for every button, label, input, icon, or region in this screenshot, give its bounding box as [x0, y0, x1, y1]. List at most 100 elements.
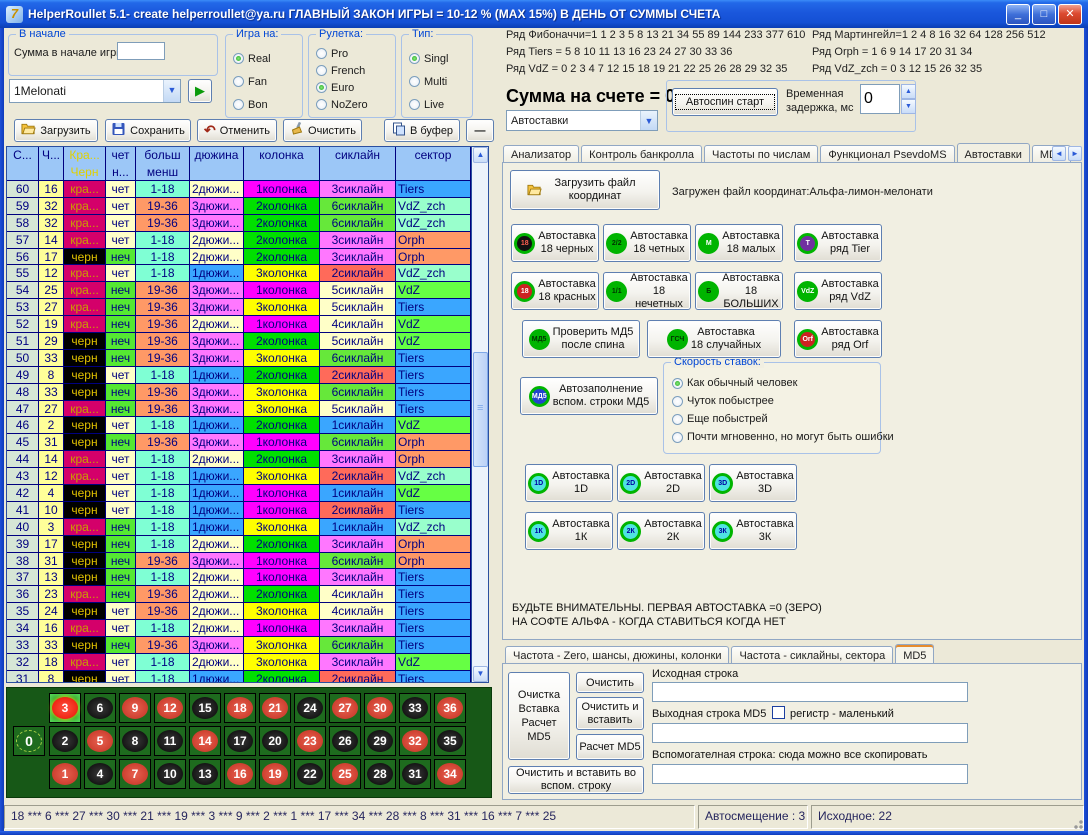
radio-dot-icon[interactable]	[409, 76, 420, 87]
radio-dot-icon[interactable]	[316, 99, 327, 110]
toolbar-button-undo-arrow[interactable]: ↶Отменить	[197, 119, 277, 142]
board-cell-3[interactable]: 3	[49, 693, 81, 723]
board-cell-33[interactable]: 33	[399, 693, 431, 723]
autobet-button-18-малых[interactable]: MАвтоставка18 малых	[695, 224, 783, 262]
autobet-button-ряд-Orf[interactable]: OrfАвтоставкаряд Orf	[794, 320, 882, 358]
tab-MD5[interactable]: MD5	[895, 644, 934, 664]
board-cell-13[interactable]: 13	[189, 759, 221, 789]
autobet-button-вспом.-строки-МД5[interactable]: МД5Автозаполнениевспом. строки МД5	[520, 377, 658, 415]
radio-dot-icon[interactable]	[233, 53, 244, 64]
collapse-button[interactable]: —	[466, 119, 494, 142]
scroll-down-icon[interactable]: ▼	[473, 666, 488, 682]
board-cell-25[interactable]: 25	[329, 759, 361, 789]
radio-NoZero[interactable]: NoZero	[316, 96, 368, 113]
board-cell-30[interactable]: 30	[364, 693, 396, 723]
column-header[interactable]: дюжина	[190, 147, 244, 181]
board-cell-21[interactable]: 21	[259, 693, 291, 723]
clear-and-paste-button[interactable]: Очистить и вставить	[576, 697, 644, 730]
board-cell-zero[interactable]: 0	[13, 726, 45, 756]
board-cell-35[interactable]: 35	[434, 726, 466, 756]
radio-Bon[interactable]: Bon	[233, 93, 271, 116]
board-cell-19[interactable]: 19	[259, 759, 291, 789]
radio-dot-icon[interactable]	[672, 432, 683, 443]
radio-Как обычный человек[interactable]: Как обычный человек	[672, 374, 894, 392]
close-button[interactable]: ✕	[1058, 4, 1082, 25]
autobet-button-3К[interactable]: 3КАвтоставка3К	[709, 512, 797, 550]
autobet-button-2К[interactable]: 2КАвтоставка2К	[617, 512, 705, 550]
radio-dot-icon[interactable]	[409, 99, 420, 110]
toolbar-button-save-floppy[interactable]: Сохранить	[105, 119, 191, 142]
column-header[interactable]: большменш	[136, 147, 190, 181]
board-cell-23[interactable]: 23	[294, 726, 326, 756]
autobet-button-18-красных[interactable]: 18Автоставка18 красных	[511, 272, 599, 310]
tab-Частота - сиклайны, сектора[interactable]: Частота - сиклайны, сектора	[731, 646, 893, 664]
board-cell-16[interactable]: 16	[224, 759, 256, 789]
tab-Частота - Zero, шансы, дюжины, колонки[interactable]: Частота - Zero, шансы, дюжины, колонки	[505, 646, 729, 664]
radio-Почти мгновенно, но могут быть ошибки[interactable]: Почти мгновенно, но могут быть ошибки	[672, 428, 894, 446]
column-header[interactable]: четн...	[106, 147, 136, 181]
autobet-button-ряд-VdZ[interactable]: VdZАвтоставкаряд VdZ	[794, 272, 882, 310]
board-cell-12[interactable]: 12	[154, 693, 186, 723]
board-cell-5[interactable]: 5	[84, 726, 116, 756]
radio-Pro[interactable]: Pro	[316, 45, 368, 62]
source-string-input[interactable]	[652, 682, 968, 702]
radio-dot-icon[interactable]	[409, 53, 420, 64]
radio-dot-icon[interactable]	[316, 65, 327, 76]
table-scrollbar[interactable]: ▲ ▼	[471, 147, 488, 682]
autobet-button-1К[interactable]: 1КАвтоставка1К	[525, 512, 613, 550]
radio-Singl[interactable]: Singl	[409, 47, 448, 70]
board-cell-8[interactable]: 8	[119, 726, 151, 756]
scrollbar-thumb[interactable]	[473, 352, 488, 467]
board-cell-1[interactable]: 1	[49, 759, 81, 789]
autospin-start-button[interactable]: Автоспин старт	[672, 88, 778, 116]
delay-input[interactable]	[860, 84, 900, 114]
board-cell-15[interactable]: 15	[189, 693, 221, 723]
board-cell-36[interactable]: 36	[434, 693, 466, 723]
radio-dot-icon[interactable]	[672, 414, 683, 425]
column-header[interactable]: колонка	[244, 147, 320, 181]
autobet-button-18-четных[interactable]: 2/2Автоставка18 четных	[603, 224, 691, 262]
autobet-button-ряд-Tier[interactable]: TАвтоставкаряд Tier	[794, 224, 882, 262]
column-header[interactable]: сектор	[396, 147, 471, 181]
spin-down-icon[interactable]: ▼	[901, 99, 916, 114]
radio-dot-icon[interactable]	[316, 48, 327, 59]
board-cell-27[interactable]: 27	[329, 693, 361, 723]
tab-scroll-left-icon[interactable]: ◄	[1052, 146, 1066, 161]
board-cell-18[interactable]: 18	[224, 693, 256, 723]
board-cell-31[interactable]: 31	[399, 759, 431, 789]
column-header[interactable]: Кра...Черн	[64, 147, 106, 181]
board-cell-32[interactable]: 32	[399, 726, 431, 756]
radio-dot-icon[interactable]	[233, 99, 244, 110]
board-cell-2[interactable]: 2	[49, 726, 81, 756]
chevron-down-icon[interactable]: ▼	[163, 80, 180, 102]
board-cell-28[interactable]: 28	[364, 759, 396, 789]
radio-dot-icon[interactable]	[672, 396, 683, 407]
tab-Функционал PsevdoMS[interactable]: Функционал PsevdoMS	[820, 145, 954, 163]
autobet-button-после-спина[interactable]: МД5Проверить МД5после спина	[522, 320, 640, 358]
calc-md5-button[interactable]: Расчет MD5	[576, 734, 644, 760]
tab-Анализатор[interactable]: Анализатор	[503, 145, 579, 163]
radio-Fan[interactable]: Fan	[233, 70, 271, 93]
tab-Автоставки[interactable]: Автоставки	[957, 143, 1030, 163]
radio-Чуток побыстрее[interactable]: Чуток побыстрее	[672, 392, 894, 410]
autobet-button-2D[interactable]: 2DАвтоставка2D	[617, 464, 705, 502]
board-cell-22[interactable]: 22	[294, 759, 326, 789]
radio-Euro[interactable]: Euro	[316, 79, 368, 96]
board-cell-4[interactable]: 4	[84, 759, 116, 789]
column-header[interactable]: сиклайн	[320, 147, 396, 181]
start-sum-input[interactable]	[117, 42, 165, 60]
radio-French[interactable]: French	[316, 62, 368, 79]
radio-dot-icon[interactable]	[316, 82, 327, 93]
toolbar-button-clean-brush[interactable]: Очистить	[283, 119, 362, 142]
board-cell-24[interactable]: 24	[294, 693, 326, 723]
play-button[interactable]: ▶	[188, 79, 212, 103]
clear-paste-calc-button[interactable]: Очистка Вставка Расчет MD5	[508, 672, 570, 760]
spin-up-icon[interactable]: ▲	[901, 84, 916, 99]
board-cell-6[interactable]: 6	[84, 693, 116, 723]
column-header[interactable]: С...	[7, 147, 39, 181]
radio-Еще побыстрей[interactable]: Еще побыстрей	[672, 410, 894, 428]
autobet-button-18-черных[interactable]: 18Автоставка18 черных	[511, 224, 599, 262]
scroll-up-icon[interactable]: ▲	[473, 147, 488, 163]
autobet-button-18-нечетных[interactable]: 1/1Автоставка18 нечетных	[603, 272, 691, 310]
load-coords-button[interactable]: Загрузить файл координат	[510, 170, 660, 210]
